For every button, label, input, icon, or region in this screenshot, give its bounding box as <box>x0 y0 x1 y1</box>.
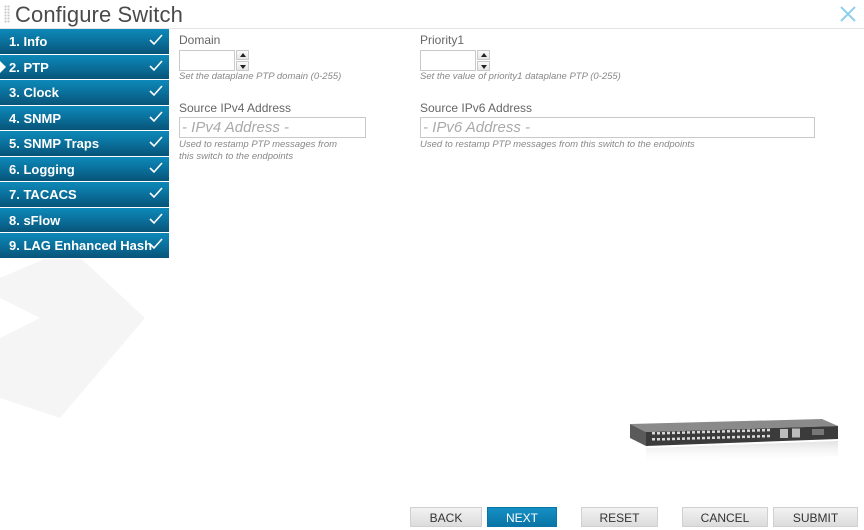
network-switch-image <box>630 419 838 464</box>
priority1-stepper[interactable] <box>420 50 490 71</box>
checkmark-icon <box>149 110 163 122</box>
checkmark-icon <box>149 161 163 173</box>
wizard-steps: 1. Info 2. PTP 3. Clock 4. SNMP 5. SNMP … <box>0 29 169 259</box>
step-lag-enhanced-hash[interactable]: 9. LAG Enhanced Hash <box>0 233 169 259</box>
title-bar: Configure Switch <box>0 0 864 29</box>
priority1-label: Priority1 <box>420 33 465 47</box>
back-button[interactable]: BACK <box>410 507 482 527</box>
step-label: 3. Clock <box>9 85 59 100</box>
step-sflow[interactable]: 8. sFlow <box>0 207 169 233</box>
step-info[interactable]: 1. Info <box>0 29 169 55</box>
step-ptp[interactable]: 2. PTP <box>0 54 169 80</box>
increment-arrow-icon[interactable] <box>236 50 249 60</box>
close-icon[interactable] <box>838 4 858 24</box>
priority1-hint: Set the value of priority1 dataplane PTP… <box>420 71 621 82</box>
domain-input[interactable] <box>179 50 235 71</box>
ipv4-hint-line1: Used to restamp PTP messages from <box>179 139 338 150</box>
step-label: 6. Logging <box>9 161 75 177</box>
window-title: Configure Switch <box>15 2 183 27</box>
cancel-button[interactable]: CANCEL <box>682 507 768 527</box>
ipv6-label: Source IPv6 Address <box>420 101 533 115</box>
checkmark-icon <box>149 187 163 199</box>
step-tacacs[interactable]: 7. TACACS <box>0 182 169 208</box>
ipv4-hint-line2: this switch to the endpoints <box>179 151 294 162</box>
ipv4-address-input[interactable] <box>179 117 366 138</box>
step-label: 5. SNMP Traps <box>9 136 100 151</box>
step-logging[interactable]: 6. Logging <box>0 156 169 182</box>
domain-stepper[interactable] <box>179 50 249 71</box>
ipv6-hint: Used to restamp PTP messages from this s… <box>420 139 695 150</box>
checkmark-icon <box>149 238 163 250</box>
step-label: 1. Info <box>9 34 48 49</box>
domain-hint: Set the dataplane PTP domain (0-255) <box>179 71 342 82</box>
checkmark-icon <box>149 85 163 97</box>
decrement-arrow-icon[interactable] <box>477 61 490 71</box>
checkmark-icon <box>149 34 163 46</box>
step-label: 7. TACACS <box>9 187 77 202</box>
step-snmp[interactable]: 4. SNMP <box>0 105 169 131</box>
step-clock[interactable]: 3. Clock <box>0 80 169 106</box>
step-label: 2. PTP <box>9 59 49 75</box>
ipv6-address-input[interactable] <box>420 117 815 138</box>
background-chevron-graphic <box>0 258 145 418</box>
checkmark-icon <box>149 212 163 224</box>
drag-handle-icon[interactable] <box>4 5 10 23</box>
checkmark-icon <box>149 136 163 148</box>
next-button[interactable]: NEXT <box>487 507 557 527</box>
step-label: 9. LAG Enhanced Hash <box>9 238 153 253</box>
step-label: 8. sFlow <box>9 212 61 228</box>
priority1-input[interactable] <box>420 50 476 71</box>
decrement-arrow-icon[interactable] <box>236 61 249 71</box>
reset-button[interactable]: RESET <box>581 507 658 527</box>
step-snmp-traps[interactable]: 5. SNMP Traps <box>0 131 169 157</box>
increment-arrow-icon[interactable] <box>477 50 490 60</box>
checkmark-icon <box>149 59 163 71</box>
step-label: 4. SNMP <box>9 110 62 126</box>
submit-button[interactable]: SUBMIT <box>773 507 858 527</box>
domain-label: Domain <box>179 33 221 47</box>
ipv4-label: Source IPv4 Address <box>179 101 292 115</box>
